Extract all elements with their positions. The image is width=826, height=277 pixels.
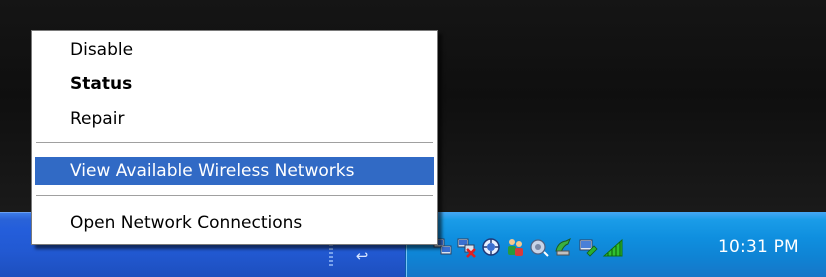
safely-remove-hardware-icon[interactable]	[552, 236, 574, 258]
security-center-icon[interactable]	[480, 236, 502, 258]
menu-item-status[interactable]: Status	[35, 70, 434, 98]
menu-item-open-network-connections[interactable]: Open Network Connections	[35, 209, 434, 237]
menu-separator	[36, 195, 433, 197]
menu-item-view-wireless-networks[interactable]: View Available Wireless Networks	[35, 157, 434, 185]
menu-separator	[36, 142, 433, 144]
arrow-icon[interactable]: ↩	[354, 248, 370, 264]
signal-strength-icon[interactable]	[602, 236, 624, 258]
network-disconnected-icon[interactable]	[456, 236, 478, 258]
users-icon[interactable]	[504, 236, 526, 258]
wireless-network-icon[interactable]	[578, 236, 600, 258]
toolbar-grip[interactable]	[329, 244, 333, 266]
volume-icon[interactable]	[528, 236, 550, 258]
clock[interactable]: 10:31 PM	[718, 236, 799, 258]
menu-item-repair[interactable]: Repair	[35, 105, 434, 133]
network-context-menu: Disable Status Repair View Available Wir…	[31, 30, 438, 245]
menu-item-disable[interactable]: Disable	[35, 36, 434, 64]
